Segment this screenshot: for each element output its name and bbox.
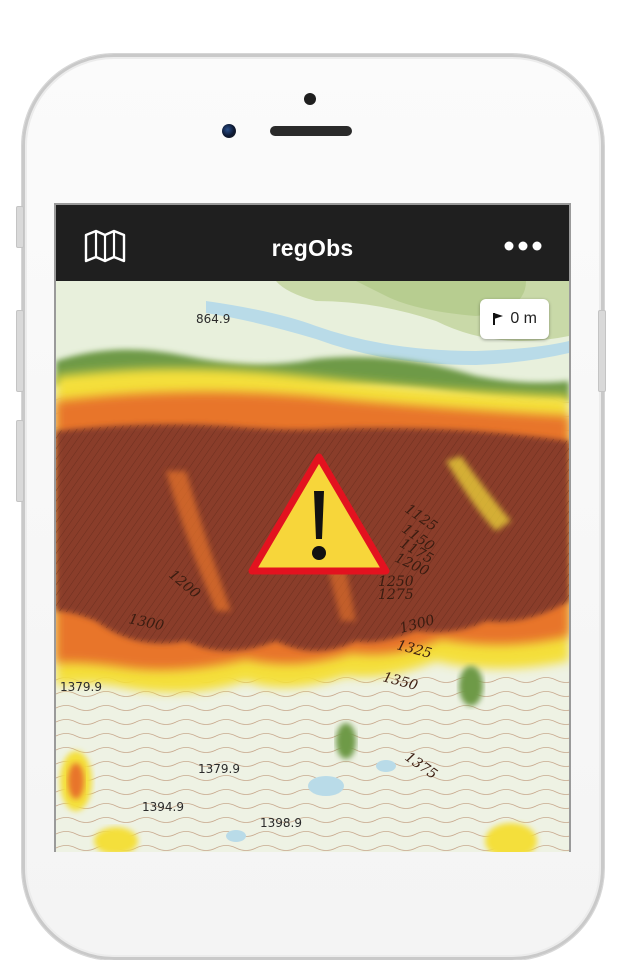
volume-up-button <box>16 310 24 392</box>
spot-height-label: 1379.9 <box>60 680 102 694</box>
spot-height-label: 1379.9 <box>198 762 240 776</box>
scale-indicator[interactable]: 0 m <box>480 299 549 339</box>
spot-height-label: 1394.9 <box>142 800 184 814</box>
spot-height-label: 1398.9 <box>260 816 302 830</box>
spot-height-label: 864.9 <box>196 312 230 326</box>
front-camera <box>222 124 236 138</box>
app-header: regObs <box>56 205 569 281</box>
earpiece-speaker <box>270 126 352 136</box>
more-horizontal-icon[interactable] <box>503 241 543 251</box>
steepness-map[interactable]: 864.9 1379.9 1379.9 1394.9 1398.9 1125 1… <box>56 281 569 852</box>
app-title: regObs <box>271 235 354 261</box>
volume-down-button <box>16 420 24 502</box>
app-screen: regObs 864.9 1379.9 1379.9 1394.9 1398.9… <box>54 203 571 852</box>
flag-icon <box>493 313 504 325</box>
proximity-sensor <box>304 93 316 105</box>
power-button <box>598 310 606 392</box>
mute-switch <box>16 206 24 248</box>
scale-label: 0 m <box>510 310 537 327</box>
contour-label: 1275 <box>378 587 414 603</box>
